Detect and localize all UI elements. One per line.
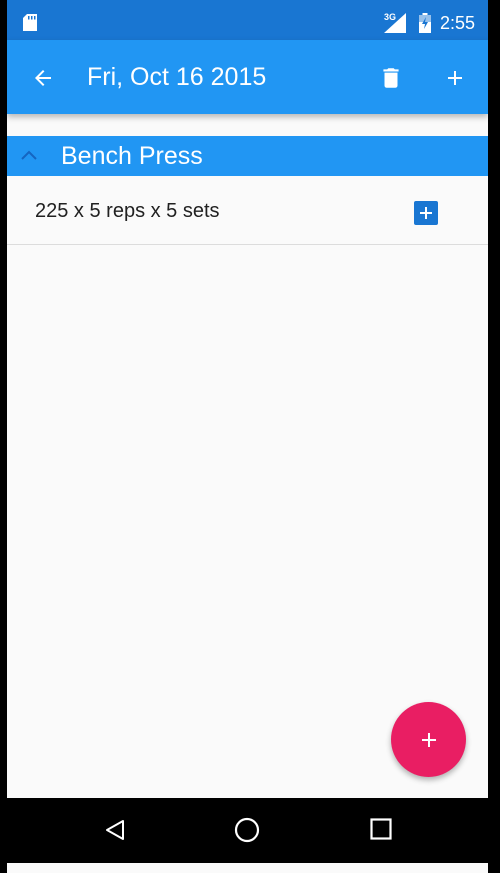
chevron-up-icon[interactable]: [19, 146, 39, 166]
nav-back-icon[interactable]: [103, 818, 127, 842]
exercise-name: Bench Press: [61, 142, 203, 170]
nav-home-icon[interactable]: [234, 817, 260, 843]
add-icon: [421, 732, 436, 747]
back-button[interactable]: [25, 60, 61, 96]
delete-icon: [383, 68, 399, 88]
signal-icon: [384, 13, 406, 33]
app-bar: Fri, Oct 16 2015: [7, 40, 488, 114]
navigation-bar: [0, 798, 500, 863]
battery-icon: [419, 13, 431, 33]
delete-button[interactable]: [373, 60, 409, 96]
set-description: 225 x 5 reps x 5 sets: [35, 200, 220, 222]
add-box-icon: [420, 207, 432, 219]
add-icon: [448, 71, 462, 85]
status-clock: 2:55: [440, 13, 476, 33]
status-bar: 3G 2:55: [7, 0, 488, 40]
fab-add-button[interactable]: [391, 702, 466, 777]
add-set-button[interactable]: [414, 201, 438, 225]
add-exercise-button[interactable]: [437, 60, 473, 96]
app-screen: 3G 2:55 Fri, Oct 16 2015 Bench Press 225…: [7, 0, 488, 873]
list-item[interactable]: 225 x 5 reps x 5 sets: [7, 176, 488, 245]
page-title: Fri, Oct 16 2015: [87, 63, 267, 91]
sd-card-icon: [23, 14, 37, 31]
back-arrow-icon: [35, 70, 51, 86]
exercise-header[interactable]: Bench Press: [7, 136, 488, 176]
nav-recents-icon[interactable]: [370, 818, 392, 840]
